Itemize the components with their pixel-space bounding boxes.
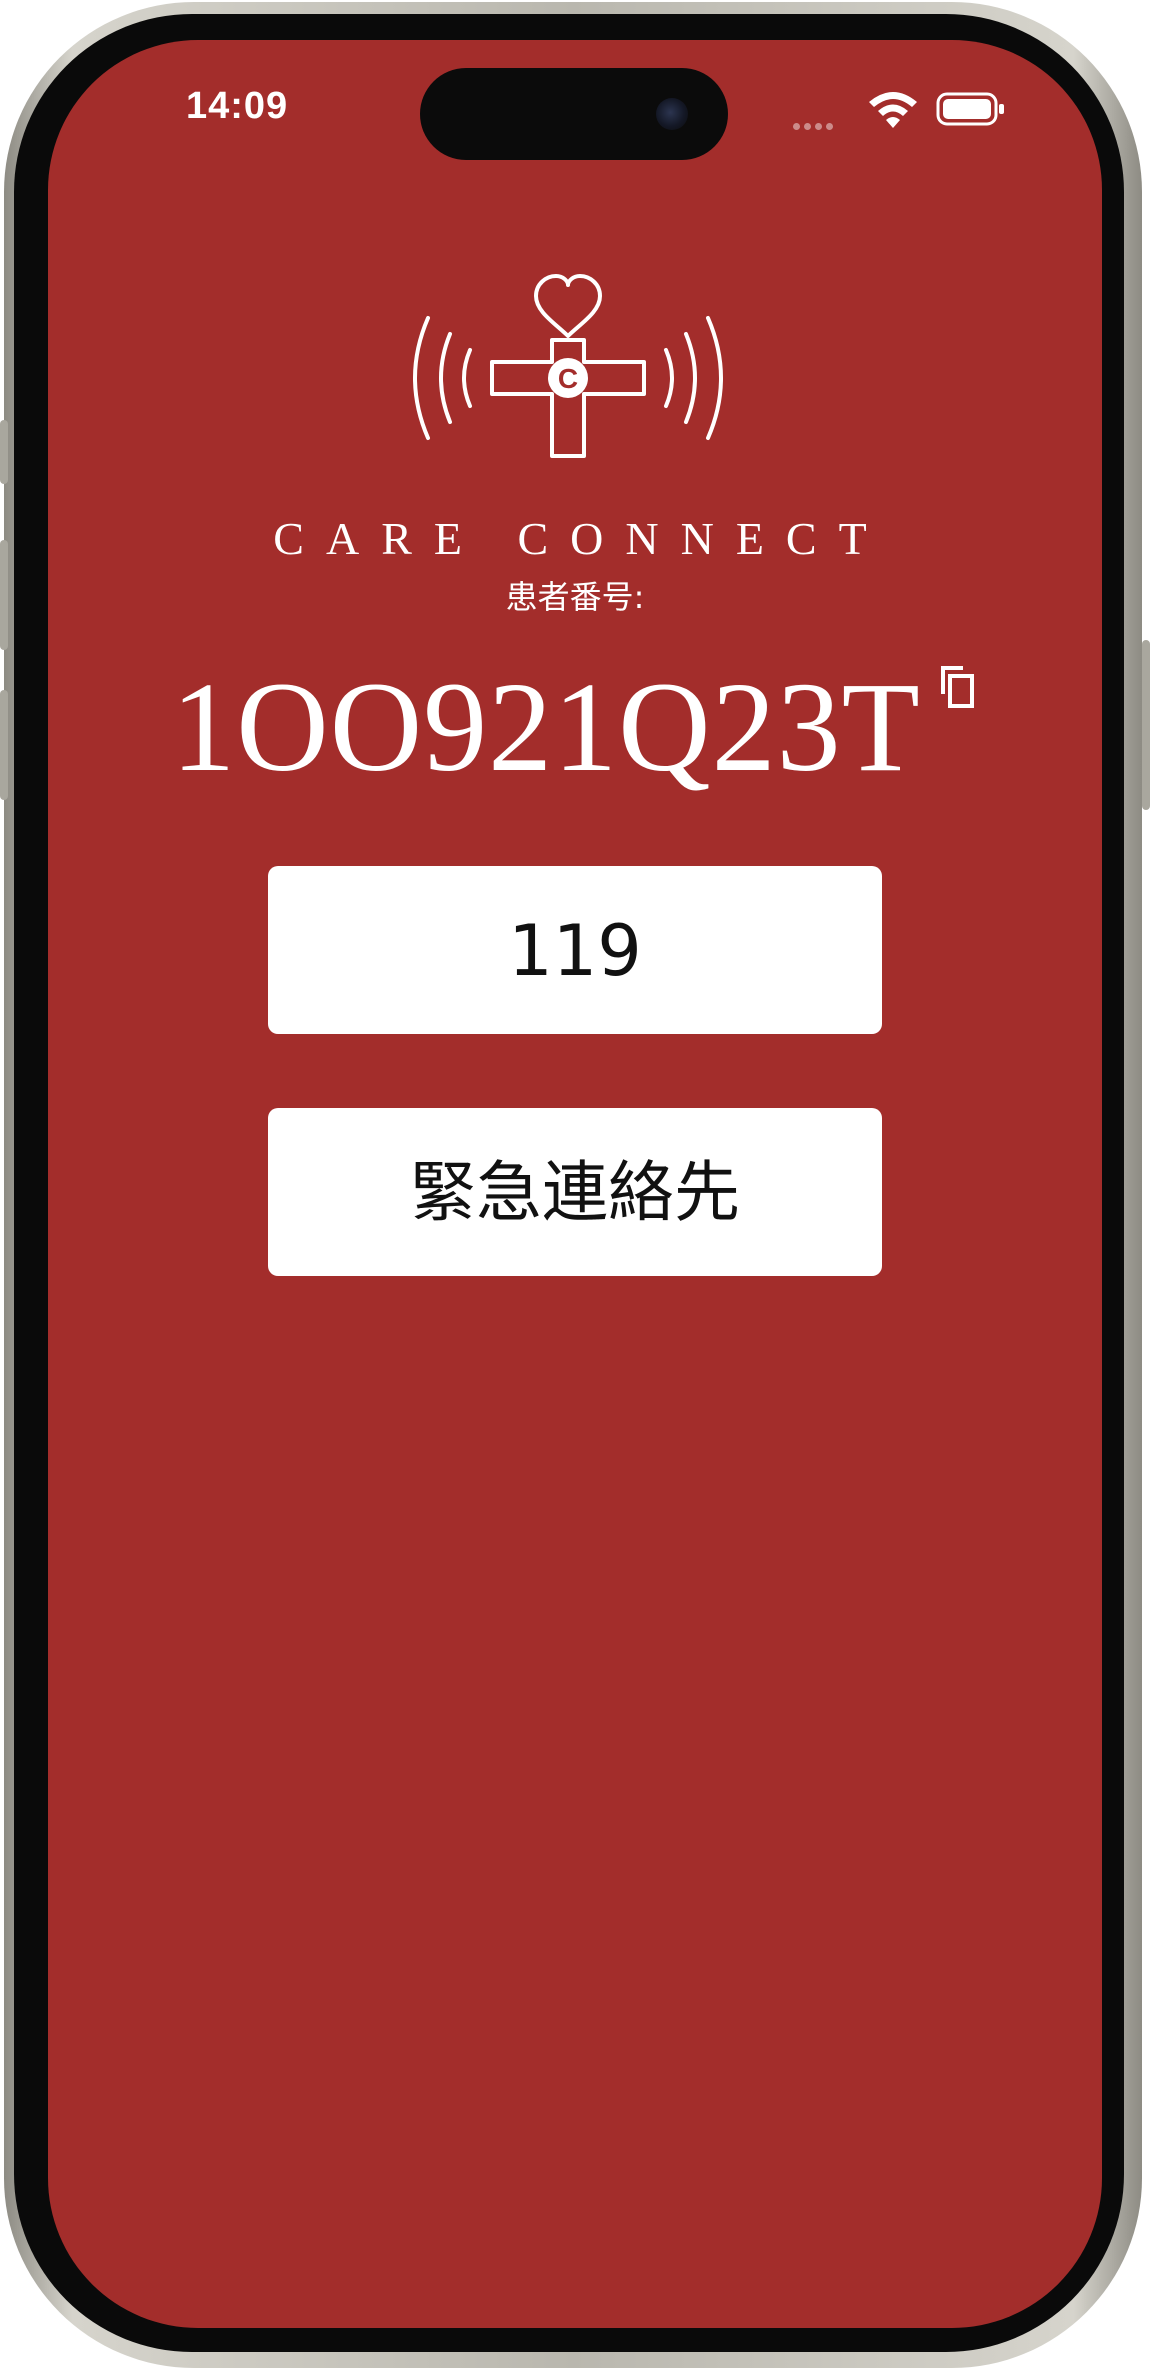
power-button (1142, 640, 1150, 810)
care-connect-logo-icon: C (413, 274, 723, 458)
patient-number-label: 患者番号: (505, 578, 645, 616)
action-button (0, 420, 8, 484)
patient-number: 1OO921Q23T (171, 656, 921, 798)
cellular-dots-icon (793, 115, 837, 134)
status-time: 14:09 (186, 85, 289, 127)
brand-name: CARE CONNECT (273, 513, 889, 564)
battery-icon (936, 92, 1004, 126)
patient-number-row: 1OO921Q23T (48, 652, 1102, 802)
dynamic-island (420, 68, 728, 160)
volume-up-button (0, 540, 8, 650)
volume-down-button (0, 690, 8, 800)
copy-icon[interactable] (937, 664, 979, 712)
phone-device: 14:09 C CARE CONNECT 患者番号: 1OO921Q23T 11… (0, 0, 1150, 2370)
emergency-call-button[interactable]: 119 (268, 866, 882, 1034)
app-screen: 14:09 C CARE CONNECT 患者番号: 1OO921Q23T 11… (48, 40, 1102, 2328)
emergency-contact-button[interactable]: 緊急連絡先 (268, 1108, 882, 1276)
front-camera-icon (656, 98, 688, 130)
wifi-icon (869, 92, 917, 128)
svg-text:C: C (558, 363, 578, 394)
